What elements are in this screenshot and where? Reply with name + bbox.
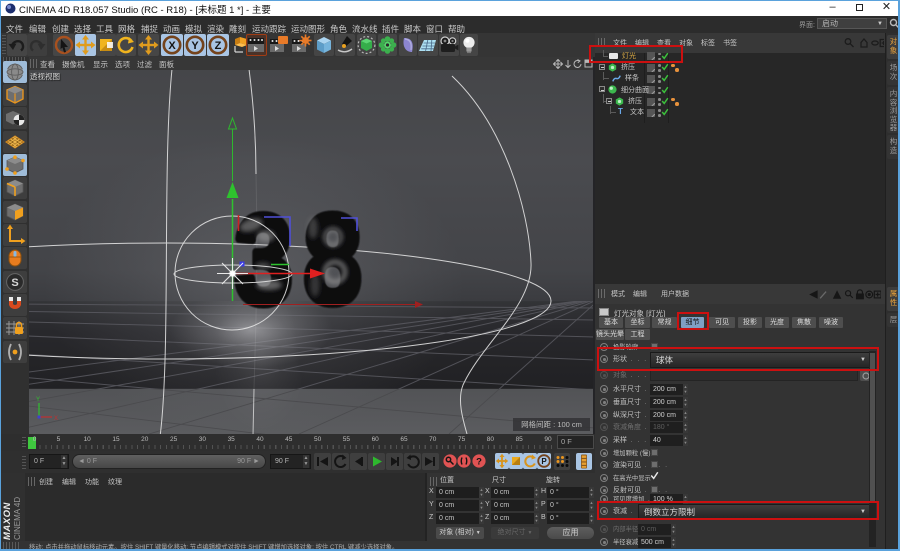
svg-text:X: X <box>54 416 58 422</box>
svg-text:S: S <box>11 277 18 289</box>
svg-text:X: X <box>168 40 176 52</box>
svg-text:P: P <box>541 457 547 466</box>
svg-text:?: ? <box>476 457 482 468</box>
svg-text:38: 38 <box>235 190 373 330</box>
svg-text:Y: Y <box>191 40 199 52</box>
svg-text:Y: Y <box>36 397 40 403</box>
svg-text:Z: Z <box>215 40 222 52</box>
